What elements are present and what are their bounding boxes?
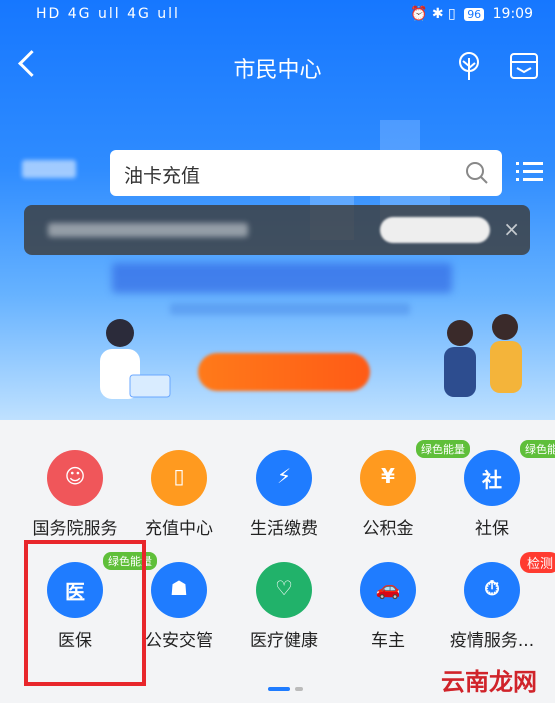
service-item[interactable]: ⚡ 生活缴费 xyxy=(232,450,336,539)
notification-bar[interactable]: × xyxy=(24,205,530,255)
service-item[interactable]: ¥ 绿色能量公积金 xyxy=(336,440,470,539)
service-icon-circle: ☺ xyxy=(47,450,103,506)
service-label: 国务院服务 xyxy=(32,519,118,539)
health-icon: ♡ xyxy=(275,576,293,600)
service-item[interactable]: ⏱ 检测疫情服务... xyxy=(440,552,555,651)
service-item[interactable]: ▯ 充值中心 xyxy=(127,450,231,539)
service-icon-circle: ¥ 绿色能量 xyxy=(360,440,470,506)
service-label: 医疗健康 xyxy=(250,631,318,651)
service-icon-circle: 🚗 xyxy=(360,562,416,618)
service-icon-circle: 社绿色能量 xyxy=(464,440,555,506)
status-right: ⏰ ✱ ▯ 96 19:09 xyxy=(410,6,533,22)
service-label: 公积金 xyxy=(362,519,414,539)
service-badge: 检测 xyxy=(520,552,555,573)
service-icon-circle: ⚡ xyxy=(256,450,312,506)
people-illustration-icon xyxy=(444,314,522,397)
service-item[interactable]: ♡ 医疗健康 xyxy=(232,562,336,651)
page-indicator xyxy=(268,676,308,695)
banner-subtitle xyxy=(170,303,410,315)
city-selector[interactable] xyxy=(22,160,76,178)
search-icon[interactable] xyxy=(464,160,490,186)
notification-button[interactable] xyxy=(380,217,490,243)
search-bar[interactable]: 油卡充值 xyxy=(110,150,502,196)
battery-level: 96 xyxy=(464,8,485,21)
highlight-box xyxy=(24,540,146,686)
phone-recharge-icon: ▯ xyxy=(173,464,185,488)
service-label: 社保 xyxy=(475,519,509,539)
search-input[interactable]: 油卡充值 xyxy=(124,161,200,188)
social-security-icon: 社 xyxy=(482,468,502,492)
service-item[interactable]: 🚗 车主 xyxy=(336,562,440,651)
person-illustration-icon xyxy=(100,319,171,399)
lightning-icon: ⚡ xyxy=(276,464,292,488)
service-item[interactable]: 社绿色能量社保 xyxy=(440,440,555,539)
alarm-icon: ⏰ ✱ ▯ xyxy=(409,6,456,22)
clock: 19:09 xyxy=(492,6,533,22)
state-council-icon: ☺ xyxy=(64,464,86,488)
service-label: 车主 xyxy=(371,631,405,651)
signal-indicators: HD 4G ull 4G ull xyxy=(36,6,180,22)
page-dot-active xyxy=(268,687,290,691)
car-icon: 🚗 xyxy=(375,576,401,600)
tree-icon[interactable] xyxy=(452,50,486,82)
service-icon-circle: ▯ xyxy=(151,450,207,506)
service-item[interactable]: ☺ 国务院服务 xyxy=(23,450,127,539)
watermark: 云南龙网 xyxy=(441,668,537,696)
notification-text xyxy=(48,223,248,237)
close-icon[interactable]: × xyxy=(503,217,520,241)
service-label: 充值中心 xyxy=(145,519,213,539)
service-icon-circle: ♡ xyxy=(256,562,312,618)
house-fund-icon: ¥ xyxy=(381,464,395,488)
banner-title xyxy=(112,263,452,293)
promo-banner[interactable] xyxy=(0,255,555,420)
service-icon-circle: ☗ xyxy=(151,562,207,618)
banner-cta-button[interactable] xyxy=(198,353,370,391)
inbox-icon[interactable] xyxy=(508,50,540,82)
menu-icon[interactable] xyxy=(516,160,544,184)
service-badge: 绿色能量 xyxy=(520,440,555,458)
police-icon: ☗ xyxy=(170,576,188,600)
status-bar: HD 4G ull 4G ull ⏰ ✱ ▯ 96 19:09 xyxy=(0,0,555,32)
service-label: 生活缴费 xyxy=(250,519,318,539)
epidemic-clock-icon: ⏱ xyxy=(484,576,500,600)
page-dot xyxy=(295,687,303,691)
service-icon-circle: ⏱ 检测 xyxy=(464,552,555,618)
service-label: 疫情服务... xyxy=(449,631,535,651)
